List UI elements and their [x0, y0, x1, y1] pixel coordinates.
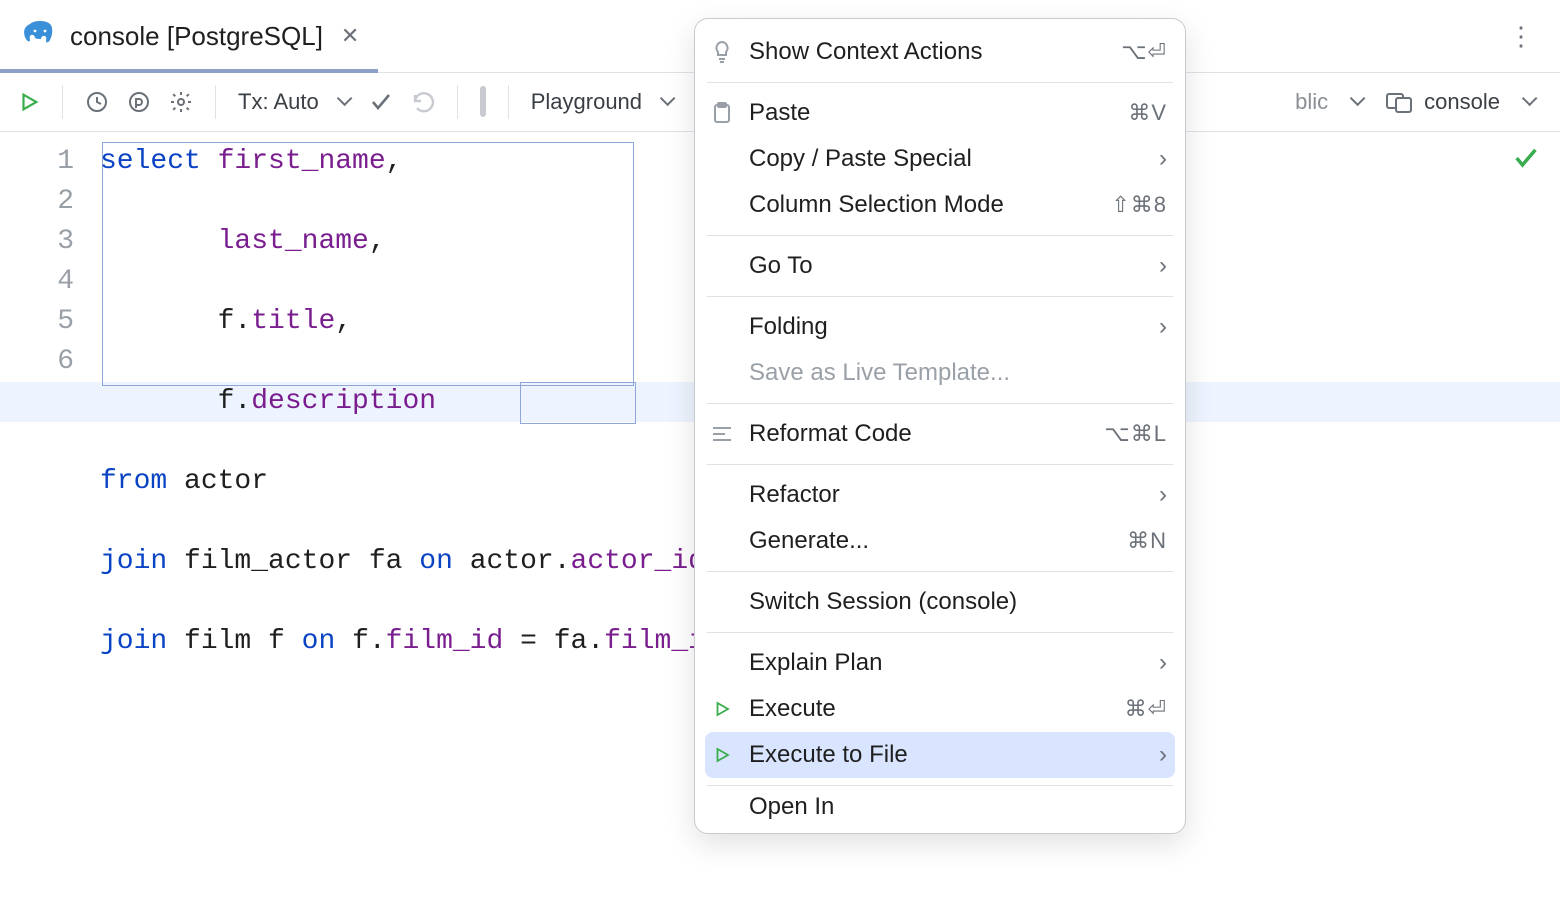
submenu-chevron-icon: ›	[1159, 313, 1167, 341]
clipboard-icon	[709, 102, 735, 124]
run-button[interactable]	[18, 91, 40, 113]
menu-item-execute-to-file[interactable]: Execute to File ›	[705, 732, 1175, 778]
line-number: 3	[0, 222, 100, 262]
history-icon[interactable]	[85, 90, 109, 114]
tab-title: console [PostgreSQL]	[70, 21, 323, 52]
menu-item-column-selection[interactable]: Column Selection Mode ⇧⌘8	[695, 182, 1185, 228]
editor-tab[interactable]: console [PostgreSQL] ✕	[0, 0, 387, 72]
line-number: 2	[0, 182, 100, 222]
menu-shortcut: ⌘N	[1127, 528, 1167, 554]
line-number: 1	[0, 142, 100, 182]
menu-label: Execute to File	[749, 741, 1145, 769]
bulb-icon	[709, 40, 735, 64]
tabs-more-icon[interactable]: ⋮	[1508, 0, 1536, 72]
submenu-chevron-icon: ›	[1159, 252, 1167, 280]
run-icon	[709, 746, 735, 764]
menu-item-execute[interactable]: Execute ⌘⏎	[695, 686, 1185, 732]
menu-shortcut: ⌘⏎	[1125, 696, 1167, 722]
run-icon	[709, 700, 735, 718]
menu-label: Explain Plan	[749, 649, 1145, 677]
chevron-down-icon[interactable]	[1522, 95, 1536, 109]
reformat-icon	[709, 425, 735, 443]
submenu-chevron-icon: ›	[1159, 649, 1167, 677]
menu-label: Save as Live Template...	[749, 359, 1167, 387]
context-menu: Show Context Actions ⌥⏎ Paste ⌘V Copy / …	[694, 18, 1186, 834]
menu-label: Execute	[749, 695, 1111, 723]
menu-label: Folding	[749, 313, 1145, 341]
menu-label: Column Selection Mode	[749, 191, 1097, 219]
menu-item-open-in[interactable]: Open In	[695, 793, 1185, 827]
submenu-chevron-icon: ›	[1159, 481, 1167, 509]
menu-item-refactor[interactable]: Refactor ›	[695, 472, 1185, 518]
close-tab-icon[interactable]: ✕	[341, 23, 359, 49]
menu-item-switch-session[interactable]: Switch Session (console)	[695, 579, 1185, 625]
menu-item-paste[interactable]: Paste ⌘V	[695, 90, 1185, 136]
commit-icon[interactable]	[369, 90, 393, 114]
menu-shortcut: ⌥⌘L	[1104, 421, 1167, 447]
menu-label: Generate...	[749, 527, 1113, 555]
session-schema[interactable]: blic	[1295, 89, 1328, 115]
menu-item-explain-plan[interactable]: Explain Plan ›	[695, 640, 1185, 686]
menu-label: Copy / Paste Special	[749, 145, 1145, 173]
menu-label: Paste	[749, 99, 1114, 127]
menu-item-copy-paste-special[interactable]: Copy / Paste Special ›	[695, 136, 1185, 182]
menu-label: Switch Session (console)	[749, 588, 1167, 616]
chevron-down-icon[interactable]	[1350, 95, 1364, 109]
line-number: 6	[0, 342, 100, 382]
chevron-down-icon[interactable]	[337, 95, 351, 109]
menu-label: Reformat Code	[749, 420, 1090, 448]
menu-shortcut: ⌥⏎	[1121, 39, 1167, 65]
playground-label[interactable]: Playground	[531, 89, 642, 115]
chevron-down-icon[interactable]	[660, 95, 674, 109]
menu-item-go-to[interactable]: Go To ›	[695, 243, 1185, 289]
menu-item-context-actions[interactable]: Show Context Actions ⌥⏎	[695, 29, 1185, 75]
menu-label: Show Context Actions	[749, 38, 1107, 66]
settings-icon[interactable]	[169, 90, 193, 114]
stop-button[interactable]	[480, 89, 486, 115]
menu-label: Refactor	[749, 481, 1145, 509]
menu-shortcut: ⇧⌘8	[1111, 192, 1167, 218]
postgresql-icon	[24, 20, 56, 52]
tx-mode[interactable]: Tx: Auto	[238, 89, 319, 115]
menu-shortcut: ⌘V	[1128, 100, 1167, 126]
rollback-icon[interactable]	[411, 90, 435, 114]
console-target[interactable]: console	[1386, 89, 1500, 115]
submenu-chevron-icon: ›	[1159, 145, 1167, 173]
line-number: 5	[0, 302, 100, 342]
menu-label: Open In	[749, 793, 1167, 821]
menu-label: Go To	[749, 252, 1145, 280]
line-gutter: 1 2 3 4 5 6 7	[0, 132, 100, 920]
menu-item-generate[interactable]: Generate... ⌘N	[695, 518, 1185, 564]
menu-item-reformat[interactable]: Reformat Code ⌥⌘L	[695, 411, 1185, 457]
submenu-chevron-icon: ›	[1159, 741, 1167, 769]
menu-item-save-template: Save as Live Template...	[695, 350, 1185, 396]
line-number: 4	[0, 262, 100, 302]
menu-item-folding[interactable]: Folding ›	[695, 304, 1185, 350]
params-icon[interactable]	[127, 90, 151, 114]
